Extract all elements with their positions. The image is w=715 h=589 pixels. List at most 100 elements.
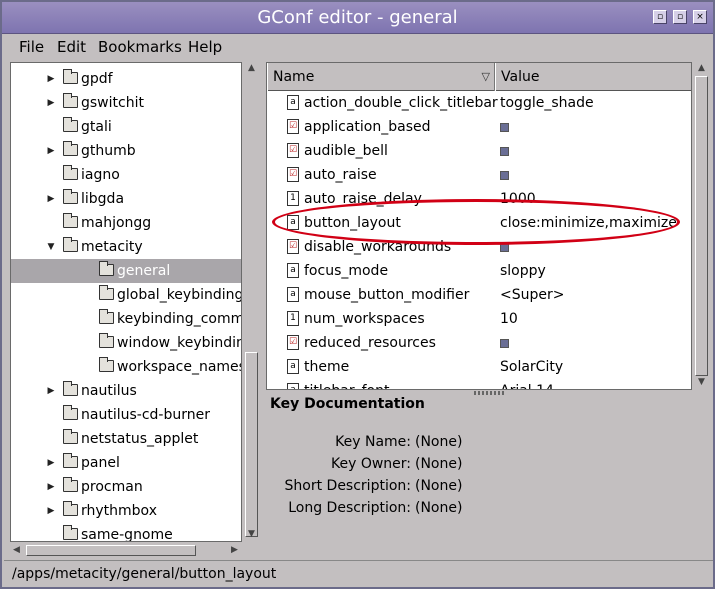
menu-help[interactable]: Help [188, 38, 222, 56]
key-value[interactable]: sloppy [500, 259, 546, 283]
scroll-up-arrow-icon[interactable]: ▲ [245, 62, 258, 75]
expanded-arrow-icon[interactable]: ▼ [46, 235, 56, 259]
folder-icon [63, 141, 78, 156]
tree-item-same-gnome[interactable]: same-gnome [11, 523, 241, 541]
folder-icon [99, 357, 114, 372]
key-value[interactable]: 10 [500, 307, 518, 331]
key-row-reduced_resources[interactable]: ☑ reduced_resources [267, 331, 691, 355]
key-row-application_based[interactable]: ☑ application_based [267, 115, 691, 139]
tree-hscroll-thumb[interactable] [26, 545, 196, 556]
key-value[interactable]: close:minimize,maximize [500, 211, 677, 235]
tree-item-nautilus[interactable]: ▶ nautilus [11, 379, 241, 403]
folder-icon [63, 189, 78, 204]
tree-item-label: gpdf [81, 71, 113, 87]
tree-item-label: nautilus [81, 383, 137, 399]
tree-item-gtali[interactable]: gtali [11, 115, 241, 139]
tree-item-gthumb[interactable]: ▶ gthumb [11, 139, 241, 163]
scroll-left-arrow-icon[interactable]: ◀ [10, 544, 23, 557]
key-name: auto_raise_delay [304, 191, 422, 207]
tree-item-libgda[interactable]: ▶ libgda [11, 187, 241, 211]
folder-icon [99, 285, 114, 300]
tree-item-window_keybindings[interactable]: window_keybindings [11, 331, 241, 355]
tree-item-mahjongg[interactable]: mahjongg [11, 211, 241, 235]
key-row-titlebar_font[interactable]: a titlebar_font Arial 14 [267, 379, 691, 389]
title-bar[interactable]: GConf editor - general ▫ ▫ × [2, 2, 713, 34]
tree-item-general[interactable]: general [11, 259, 241, 283]
tree-vertical-scrollbar[interactable]: ▲ ▼ [244, 62, 260, 542]
maximize-icon[interactable]: ▫ [673, 10, 687, 24]
tree-item-gswitchit[interactable]: ▶ gswitchit [11, 91, 241, 115]
tree-horizontal-scrollbar[interactable]: ◀ ▶ [10, 544, 242, 558]
value-checkbox[interactable] [500, 243, 509, 252]
tree-item-global_keybindings[interactable]: global_keybindings [11, 283, 241, 307]
minimize-icon[interactable]: ▫ [653, 10, 667, 24]
key-row-auto_raise[interactable]: ☑ auto_raise [267, 163, 691, 187]
tree-scrollbar-thumb[interactable] [245, 352, 258, 537]
collapsed-arrow-icon[interactable]: ▶ [46, 139, 56, 163]
collapsed-arrow-icon[interactable]: ▶ [46, 499, 56, 523]
scroll-right-arrow-icon[interactable]: ▶ [228, 544, 241, 557]
collapsed-arrow-icon[interactable]: ▶ [46, 379, 56, 403]
tree-item-iagno[interactable]: iagno [11, 163, 241, 187]
column-header-value[interactable]: Value [495, 63, 691, 91]
list-vertical-scrollbar[interactable]: ▲ ▼ [694, 62, 710, 390]
column-header-name[interactable]: Name ▽ [267, 63, 495, 91]
pane-resize-grip[interactable] [474, 391, 504, 395]
tree-item-label: mahjongg [81, 215, 152, 231]
value-checkbox[interactable] [500, 123, 509, 132]
collapsed-arrow-icon[interactable]: ▶ [46, 187, 56, 211]
scroll-down-arrow-icon[interactable]: ▼ [245, 528, 258, 541]
collapsed-arrow-icon[interactable]: ▶ [46, 67, 56, 91]
value-checkbox[interactable] [500, 339, 509, 348]
key-row-mouse_button_modifier[interactable]: a mouse_button_modifier <Super> [267, 283, 691, 307]
key-row-audible_bell[interactable]: ☑ audible_bell [267, 139, 691, 163]
list-scrollbar-thumb[interactable] [695, 76, 708, 376]
key-value[interactable]: Arial 14 [500, 379, 554, 389]
key-value[interactable]: toggle_shade [500, 91, 594, 115]
menu-edit[interactable]: Edit [57, 38, 86, 56]
scroll-up-arrow-icon[interactable]: ▲ [695, 62, 708, 75]
folder-icon [63, 405, 78, 420]
tree-item-workspace_names[interactable]: workspace_names [11, 355, 242, 379]
tree-item-procman[interactable]: ▶ procman [11, 475, 241, 499]
tree-item-nautilus-cd-burner[interactable]: nautilus-cd-burner [11, 403, 241, 427]
tree-item-keybinding_commands[interactable]: keybinding_commands [11, 307, 241, 331]
key-row-button_layout[interactable]: a button_layout close:minimize,maximize [267, 211, 691, 235]
tree-item-rhythmbox[interactable]: ▶ rhythmbox [11, 499, 241, 523]
string-type-icon: a [287, 215, 299, 230]
tree-item-netstatus_applet[interactable]: netstatus_applet [11, 427, 241, 451]
key-value[interactable]: <Super> [500, 283, 564, 307]
collapsed-arrow-icon[interactable]: ▶ [46, 91, 56, 115]
key-row-num_workspaces[interactable]: 1 num_workspaces 10 [267, 307, 691, 331]
status-path: /apps/metacity/general/button_layout [12, 566, 277, 582]
key-list[interactable]: Name ▽ Value a action_double_click_titleb… [266, 62, 692, 390]
doc-value: (None) [415, 456, 463, 472]
key-row-auto_raise_delay[interactable]: 1 auto_raise_delay 1000 [267, 187, 691, 211]
menu-file[interactable]: File [19, 38, 44, 56]
value-checkbox[interactable] [500, 147, 509, 156]
scroll-down-arrow-icon[interactable]: ▼ [695, 376, 708, 389]
tree-item-panel[interactable]: ▶ panel [11, 451, 241, 475]
tree-item-label: workspace_names [117, 359, 242, 375]
collapsed-arrow-icon[interactable]: ▶ [46, 451, 56, 475]
value-checkbox[interactable] [500, 171, 509, 180]
key-row-disable_workarounds[interactable]: ☑ disable_workarounds [267, 235, 691, 259]
key-row-focus_mode[interactable]: a focus_mode sloppy [267, 259, 691, 283]
key-value[interactable]: SolarCity [500, 355, 563, 379]
menu-bookmarks[interactable]: Bookmarks [98, 38, 182, 56]
menu-bar: File Edit Bookmarks Help [4, 34, 712, 60]
folder-icon [63, 453, 78, 468]
tree-item-label: libgda [81, 191, 125, 207]
tree-item-gpdf[interactable]: ▶ gpdf [11, 67, 241, 91]
close-icon[interactable]: × [693, 10, 707, 24]
tree-item-metacity[interactable]: ▼ metacity [11, 235, 241, 259]
open-folder-icon [63, 237, 78, 252]
directory-tree[interactable]: ▶ gpdf ▶ gswitchit gtali ▶ gthumb iagno ▶ libgda m… [10, 62, 242, 542]
folder-icon [99, 333, 114, 348]
sort-descending-icon: ▽ [481, 70, 490, 83]
key-row-theme[interactable]: a theme SolarCity [267, 355, 691, 379]
key-value[interactable]: 1000 [500, 187, 536, 211]
key-row-action_double_click_titlebar[interactable]: a action_double_click_titlebar toggle_shad… [267, 91, 691, 115]
collapsed-arrow-icon[interactable]: ▶ [46, 475, 56, 499]
doc-label: Short Description: [284, 478, 411, 494]
